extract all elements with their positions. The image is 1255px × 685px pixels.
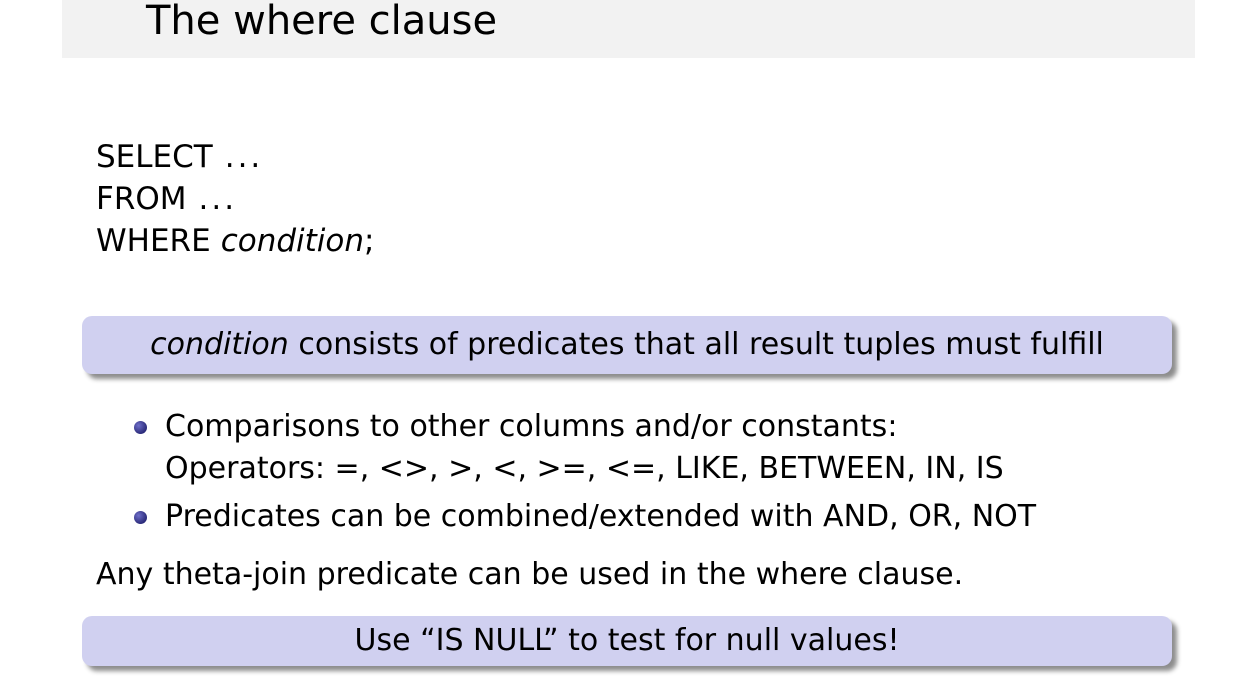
sql-where-condition: condition xyxy=(220,223,365,259)
sql-from-dots: ... xyxy=(198,181,238,217)
bullet-comparisons-text: Comparisons to other columns and/or cons… xyxy=(165,409,898,444)
sql-select-dots: ... xyxy=(224,139,264,175)
is-null-block: Use “IS NULL” to test for null values! xyxy=(82,616,1172,666)
sql-where-line: WHERE condition; xyxy=(96,220,374,262)
condition-term: condition xyxy=(150,327,289,362)
bullet-dot-icon xyxy=(134,511,147,524)
sql-select-line: SELECT... xyxy=(96,136,374,178)
condition-definition-text: consists of predicates that all result t… xyxy=(288,327,1104,362)
title-bar: The where clause xyxy=(62,0,1195,58)
bullet-operators-text: Operators: =, <>, >, <, >=, <=, LIKE, BE… xyxy=(165,451,1004,486)
slide: The where clause SELECT... FROM... WHERE… xyxy=(0,0,1255,685)
sql-template: SELECT... FROM... WHERE condition; xyxy=(96,136,374,262)
slide-title: The where clause xyxy=(146,0,498,44)
condition-definition-block: condition consists of predicates that al… xyxy=(82,316,1172,374)
list-item: Predicates can be combined/extended with… xyxy=(130,496,1036,538)
sql-where-semicolon: ; xyxy=(364,223,375,259)
is-null-text: Use “IS NULL” to test for null values! xyxy=(354,623,900,658)
sql-select-keyword: SELECT xyxy=(96,139,213,175)
theta-join-note: Any theta-join predicate can be used in … xyxy=(96,557,964,592)
bullet-dot-icon xyxy=(134,421,147,434)
bullet-predicates-text: Predicates can be combined/extended with… xyxy=(165,499,1037,534)
sql-from-line: FROM... xyxy=(96,178,374,220)
bullet-list: Comparisons to other columns and/or cons… xyxy=(130,406,1036,538)
list-item: Comparisons to other columns and/or cons… xyxy=(130,406,1036,490)
sql-where-keyword: WHERE xyxy=(96,223,211,259)
sql-from-keyword: FROM xyxy=(96,181,187,217)
